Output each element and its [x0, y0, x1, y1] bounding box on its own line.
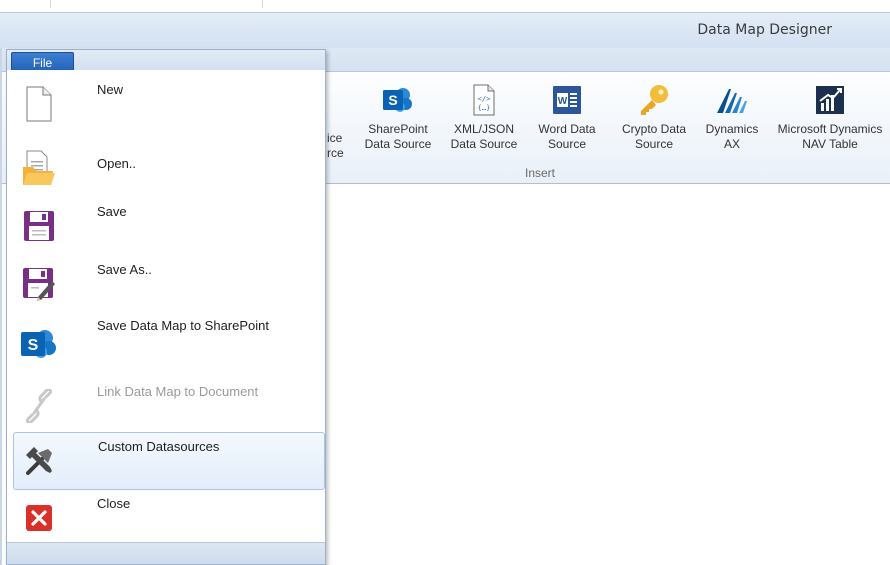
button-label: Microsoft Dynamics NAV Table [777, 122, 883, 151]
dynamics-ax-icon [714, 82, 750, 118]
window-title: Data Map Designer [697, 22, 832, 38]
xml-json-file-icon: </> {…} [466, 82, 502, 118]
open-folder-icon [19, 146, 59, 190]
save-as-icon [19, 262, 59, 306]
dynamics-nav-table-button[interactable]: Microsoft Dynamics NAV Table [770, 82, 890, 166]
menu-item-link-to-document[interactable]: Link Data Map to Document [13, 378, 325, 436]
dynamics-nav-icon [812, 82, 848, 118]
ribbon-group-label-insert: Insert [524, 166, 555, 180]
close-icon [19, 496, 59, 540]
menu-item-label: Save [97, 204, 127, 219]
partial-ribbon-label: ice rce [327, 131, 344, 160]
menu-item-label: Save Data Map to SharePoint [97, 318, 269, 333]
file-menu-footer [7, 542, 325, 564]
menu-item-label: Link Data Map to Document [97, 384, 259, 399]
new-document-icon [19, 82, 59, 126]
title-bar: Data Map Designer [0, 12, 890, 48]
xml-json-data-source-button[interactable]: </> {…} XML/JSON Data Source [444, 82, 524, 166]
button-label: SharePoint Data Source [364, 122, 432, 151]
dynamics-ax-button[interactable]: Dynamics AX [700, 82, 764, 166]
crypto-data-source-button[interactable]: Crypto Data Source [612, 82, 696, 166]
word-icon: W [549, 82, 585, 118]
svg-text:S: S [28, 337, 39, 354]
link-icon [19, 384, 59, 428]
word-data-source-button[interactable]: W Word Data Source [532, 82, 602, 166]
svg-text:W: W [558, 96, 568, 107]
menu-item-save-to-sharepoint[interactable]: S Save Data Map to SharePoint [13, 312, 325, 370]
menu-item-new[interactable]: New [13, 76, 325, 134]
save-icon [19, 204, 59, 248]
button-label: Word Data Source [538, 122, 596, 151]
menu-item-close[interactable]: Close [13, 490, 325, 548]
window-edge [0, 48, 2, 565]
file-menu: File New Open.. Save Save As.. S Save Da… [6, 49, 326, 565]
menu-item-label: New [97, 82, 124, 97]
sharepoint-icon: S [380, 82, 416, 118]
menu-item-label: Open.. [97, 156, 137, 171]
sharepoint-data-source-button[interactable]: S SharePoint Data Source [356, 82, 440, 166]
menu-item-label: Close [97, 496, 131, 511]
menu-item-open[interactable]: Open.. [13, 140, 325, 198]
tools-icon [20, 439, 60, 483]
svg-text:{…}: {…} [478, 104, 491, 112]
svg-text:</>: </> [478, 95, 491, 103]
button-label: XML/JSON Data Source [450, 122, 518, 151]
separator [262, 0, 263, 8]
sharepoint-icon: S [19, 322, 59, 366]
menu-item-label: Custom Datasources [98, 439, 220, 454]
separator [50, 0, 51, 8]
menu-item-save-as[interactable]: Save As.. [13, 256, 325, 314]
button-label: Crypto Data Source [621, 122, 687, 151]
key-icon [636, 82, 672, 118]
menu-item-label: Save As.. [97, 262, 152, 277]
button-label: Dynamics AX [705, 122, 759, 151]
top-strip [0, 0, 890, 12]
menu-item-save[interactable]: Save [13, 198, 325, 256]
svg-text:S: S [388, 92, 397, 108]
menu-item-custom-datasources[interactable]: Custom Datasources [13, 432, 325, 490]
